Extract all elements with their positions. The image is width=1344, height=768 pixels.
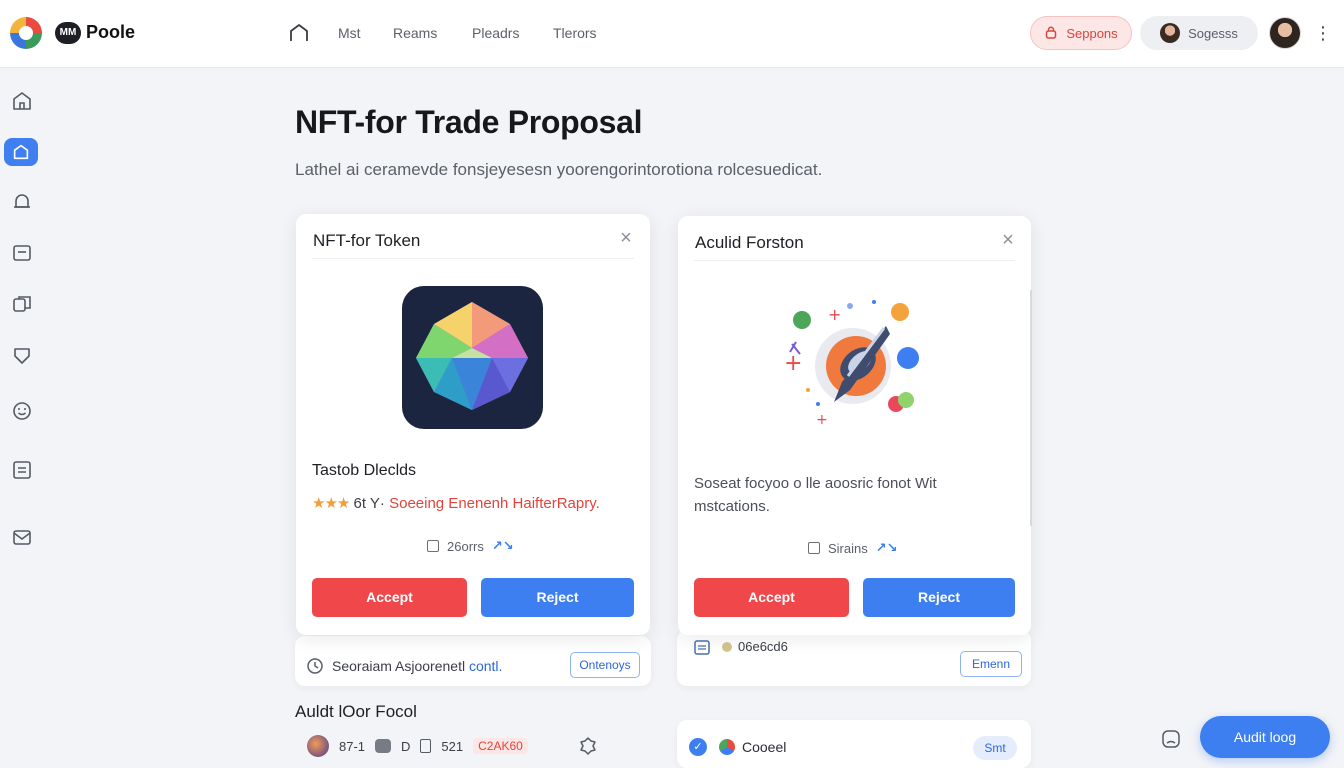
left-offer-card: NFT-for Token × Tastob Dleclds ★★★ 6t Y·…	[296, 214, 650, 635]
calendar-icon	[694, 640, 710, 655]
nav-link-1[interactable]: Mst	[338, 25, 361, 41]
include-checkbox[interactable]	[808, 542, 820, 554]
bell-icon[interactable]	[10, 190, 34, 214]
close-icon[interactable]: ×	[998, 230, 1018, 250]
smile-icon[interactable]	[10, 399, 34, 423]
nav-link-3[interactable]: Pleadrs	[472, 25, 519, 41]
svg-text:+: +	[828, 305, 841, 324]
document-icon	[420, 739, 432, 753]
home-icon[interactable]	[10, 89, 34, 113]
svg-text:+: +	[784, 351, 802, 376]
profile-button[interactable]: Sogesss	[1140, 16, 1258, 50]
alerts-button-label: Seppons	[1066, 25, 1118, 41]
lock-icon	[1046, 26, 1057, 39]
audit-log-button[interactable]: Audit loog	[1200, 716, 1330, 758]
profile-button-label: Sogesss	[1188, 25, 1238, 41]
right-meta-label: Sirains	[828, 540, 868, 556]
audit-value-1: 87-1	[339, 738, 366, 754]
sidebar	[0, 69, 44, 768]
shield-icon[interactable]	[10, 344, 34, 368]
left-card-title: NFT-for Token	[313, 231, 421, 250]
app-logo-icon[interactable]	[10, 17, 42, 49]
right-footer-button[interactable]: Emenn	[960, 651, 1022, 677]
right-card-footer: 06e6cd6 Emenn	[677, 630, 1031, 686]
page-subtitle: Lathel ai ceramevde fonsjeyesesn yooreng…	[295, 160, 823, 179]
right-card-title: Aculid Forston	[695, 233, 804, 252]
scrollbar[interactable]	[1030, 290, 1032, 526]
right-offer-card: Aculid Forston × + + + Soseat focyoo o l…	[678, 216, 1032, 635]
audit-badge: C2AK60	[473, 738, 528, 754]
brand-name[interactable]: Poole	[86, 22, 135, 43]
divider	[312, 258, 634, 259]
left-meta-line: 26orrs ↗↘	[427, 538, 514, 554]
left-footer-text: Seoraiam Asjoorenetl contl.	[332, 658, 502, 674]
clock-icon	[307, 658, 323, 674]
device-icon	[375, 739, 392, 753]
nav-home-icon[interactable]	[288, 22, 310, 44]
brand-badge: MM	[55, 22, 81, 44]
rating-desc-accent: Soeeing Enenenh HaifterRapry.	[389, 495, 600, 512]
audit-section-title: Auldt lOor Focol	[295, 702, 417, 721]
page-title: NFT-for Trade Proposal	[295, 104, 643, 140]
audit-row: 87-1 D 521 C2AK60	[295, 724, 651, 768]
inbox-icon[interactable]	[10, 241, 34, 265]
audit-value-2: D	[401, 738, 411, 754]
nav-link-2[interactable]: Reams	[393, 25, 437, 41]
audit-right-row: ✓ Cooeel Smt	[677, 720, 1031, 768]
chain-icon	[719, 739, 735, 755]
audit-value-3: 521	[441, 738, 464, 754]
star-rating: ★★★	[312, 495, 350, 512]
close-icon[interactable]: ×	[616, 228, 636, 248]
svg-text:+: +	[816, 412, 828, 428]
nav-link-4[interactable]: Tlerors	[553, 25, 597, 41]
right-footer-text: 06e6cd6	[738, 639, 788, 654]
mail-icon[interactable]	[10, 525, 34, 549]
list-icon[interactable]	[10, 458, 34, 482]
nft-thumbnail[interactable]	[402, 286, 543, 429]
user-avatar[interactable]	[1269, 17, 1301, 49]
reject-button[interactable]: Reject	[863, 578, 1015, 617]
include-checkbox[interactable]	[427, 540, 439, 552]
settings-icon[interactable]	[578, 736, 598, 756]
top-bar: MM Poole Mst Reams Pleadrs Tlerors Seppo…	[0, 0, 1344, 68]
trend-icon: ↗↘	[875, 540, 898, 555]
rating-row: ★★★ 6t Y· Soeeing Enenenh HaifterRapry.	[312, 494, 600, 512]
chat-icon[interactable]	[1160, 728, 1182, 750]
right-meta-line: Sirains ↗↘	[808, 540, 898, 556]
reject-button[interactable]: Reject	[481, 578, 634, 617]
right-card-description: Soseat focyoo o lle aoosric fonot Wit ms…	[694, 475, 937, 515]
token-avatar	[307, 735, 329, 757]
accept-button[interactable]: Accept	[694, 578, 849, 617]
rocket-orb-illustration: + + +	[784, 300, 919, 428]
more-menu-icon[interactable]: ⋮	[1314, 20, 1332, 46]
left-footer-text-dark: Seoraiam Asjoorenetl	[332, 658, 466, 674]
mini-avatar	[1160, 23, 1181, 43]
gem-icon	[416, 302, 528, 410]
nft-name: Tastob Dleclds	[312, 462, 417, 479]
status-dot	[722, 642, 732, 652]
copy-icon[interactable]	[10, 292, 34, 316]
check-icon: ✓	[689, 738, 707, 756]
left-footer-button[interactable]: Ontenoys	[570, 652, 640, 678]
divider	[694, 260, 1015, 261]
alerts-button[interactable]: Seppons	[1030, 16, 1132, 50]
left-footer-link[interactable]: contl.	[469, 658, 502, 674]
dashboard-icon[interactable]	[4, 138, 38, 166]
left-meta-label: 26orrs	[447, 538, 484, 554]
audit-right-button[interactable]: Smt	[973, 736, 1017, 760]
left-card-footer: Seoraiam Asjoorenetl contl. Ontenoys	[295, 636, 651, 686]
trend-icon: ↗↘	[491, 538, 514, 553]
accept-button[interactable]: Accept	[312, 578, 467, 617]
rating-desc: 6t Y·	[353, 495, 385, 512]
audit-right-label: Cooeel	[742, 739, 787, 755]
